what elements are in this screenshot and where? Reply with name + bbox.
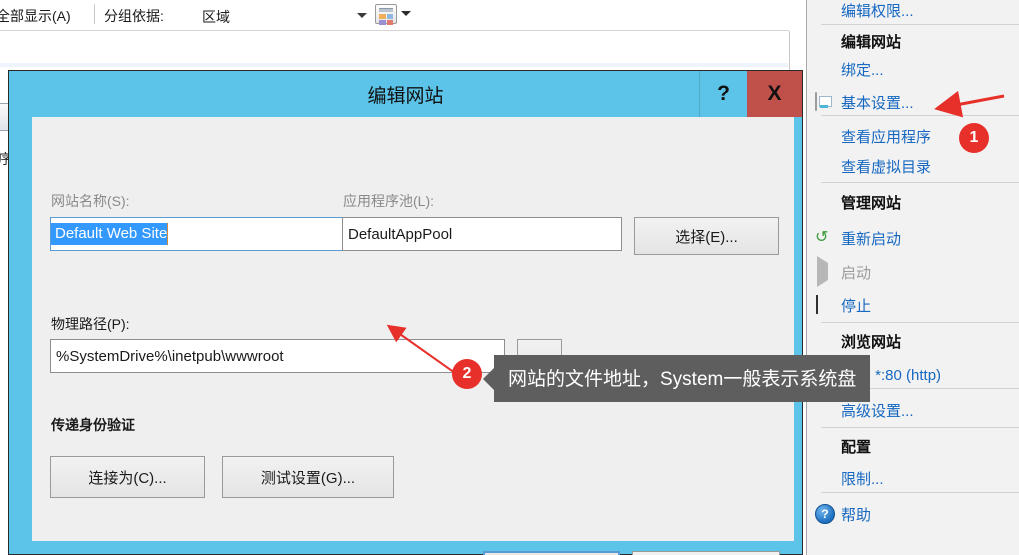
actions-sidebar: 编辑权限... 编辑网站 绑定... 基本设置... 查看应用程序 查看虚拟目录…	[806, 0, 1019, 555]
annotation-badge-2: 2	[452, 359, 482, 389]
sidebar-item-restart[interactable]: ↺ 重新启动	[815, 224, 1019, 252]
sidebar-item-label: 基本设置...	[841, 94, 914, 112]
annotation-badge-1: 1	[959, 123, 989, 153]
sidebar-divider	[821, 427, 1019, 428]
physical-path-value: %SystemDrive%\inetpub\wwwroot	[56, 347, 284, 365]
sidebar-divider	[821, 115, 1019, 116]
sidebar-item-label: 查看虚拟目录	[841, 158, 932, 176]
sidebar-header-browse-site: 浏览网站	[815, 327, 1019, 355]
panel-accent-bar	[0, 63, 788, 67]
sidebar-item-label: 编辑权限...	[841, 2, 914, 20]
site-name-label: 网站名称(S):	[51, 193, 130, 209]
sidebar-item-view-virtual-directories[interactable]: 查看虚拟目录	[815, 152, 1019, 180]
site-name-input[interactable]: Default Web Site	[50, 217, 346, 251]
sidebar-divider	[821, 24, 1019, 25]
sidebar-item-limits[interactable]: 限制...	[815, 464, 1019, 492]
sidebar-header-label: 配置	[841, 438, 872, 456]
sidebar-item-basic-settings[interactable]: 基本设置...	[815, 88, 1019, 116]
dialog-title: 编辑网站	[367, 85, 444, 107]
toolbar-divider	[94, 4, 95, 24]
sidebar-item-edit-permissions[interactable]: 编辑权限...	[815, 0, 1019, 24]
sidebar-item-label: 限制...	[841, 470, 884, 488]
sidebar-item-start[interactable]: 启动	[815, 256, 1019, 287]
sidebar-item-bindings[interactable]: 绑定...	[815, 55, 1019, 83]
ok-button[interactable]: 确定	[483, 551, 620, 555]
sidebar-header-configure: 配置	[815, 432, 1019, 460]
show-all-button[interactable]: 全部显示(A)	[0, 6, 71, 26]
select-app-pool-button[interactable]: 选择(E)...	[634, 217, 779, 255]
sidebar-divider	[821, 182, 1019, 183]
dialog-body: 网站名称(S): Default Web Site 应用程序池(L): Defa…	[32, 117, 794, 555]
cancel-button[interactable]: 取消	[632, 551, 780, 555]
sidebar-divider	[821, 492, 1019, 493]
physical-path-input[interactable]: %SystemDrive%\inetpub\wwwroot	[50, 339, 505, 373]
view-dropdown-chevron-icon[interactable]	[401, 11, 411, 16]
sidebar-header-label: 管理网站	[841, 194, 902, 212]
edit-site-dialog: 编辑网站 ? X 网站名称(S): Default Web Site 应用程序池…	[8, 70, 803, 555]
connect-as-button[interactable]: 连接为(C)...	[50, 456, 205, 498]
sidebar-header-label: 编辑网站	[841, 33, 902, 51]
site-name-value: Default Web Site	[51, 223, 169, 245]
settings-doc-icon	[815, 92, 841, 111]
test-settings-button[interactable]: 测试设置(G)...	[222, 456, 394, 498]
background-toolbar: 全部显示(A) 分组依据: 区域	[0, 0, 789, 31]
group-by-combobox[interactable]: 区域	[193, 1, 375, 29]
annotation-tooltip: 网站的文件地址，System一般表示系统盘	[482, 355, 871, 402]
sidebar-item-stop[interactable]: 停止	[815, 291, 1019, 319]
chevron-down-icon	[357, 13, 367, 18]
grid-view-icon[interactable]	[375, 4, 397, 25]
sidebar-header-label: 浏览网站	[841, 333, 902, 351]
group-by-label: 分组依据:	[104, 8, 164, 24]
physical-path-label: 物理路径(P):	[51, 316, 130, 332]
sidebar-item-help[interactable]: ? 帮助	[815, 500, 1019, 528]
stop-icon	[815, 295, 841, 314]
sidebar-item-label: 绑定...	[841, 61, 884, 79]
screen-root: 全部显示(A) 分组依据: 区域 ^ 序 编辑权限...	[0, 0, 1019, 555]
sidebar-divider	[821, 322, 1019, 323]
app-pool-value: DefaultAppPool	[348, 225, 453, 243]
sidebar-item-label: 启动	[841, 264, 872, 282]
play-icon	[815, 256, 841, 287]
sidebar-header-manage-site: 管理网站	[815, 188, 1019, 216]
close-button[interactable]: X	[747, 71, 802, 117]
app-pool-input[interactable]: DefaultAppPool	[342, 217, 622, 251]
restart-icon: ↺	[815, 229, 829, 246]
sidebar-header-edit-site: 编辑网站	[815, 27, 1019, 55]
annotation-tooltip-text: 网站的文件地址，System一般表示系统盘	[508, 369, 857, 390]
sidebar-item-label: 查看应用程序	[841, 128, 932, 146]
sidebar-item-label: 帮助	[841, 506, 872, 524]
sidebar-item-label: 高级设置...	[841, 402, 914, 420]
sidebar-item-label: 重新启动	[841, 230, 902, 248]
help-button[interactable]: ?	[699, 71, 747, 117]
app-pool-label: 应用程序池(L):	[343, 193, 434, 209]
dialog-title-bar: 编辑网站 ? X	[9, 71, 802, 117]
group-by-value: 区域	[202, 9, 230, 25]
passthrough-auth-label: 传递身份验证	[51, 417, 135, 433]
sidebar-item-label: 停止	[841, 297, 872, 315]
help-icon: ?	[815, 504, 841, 524]
